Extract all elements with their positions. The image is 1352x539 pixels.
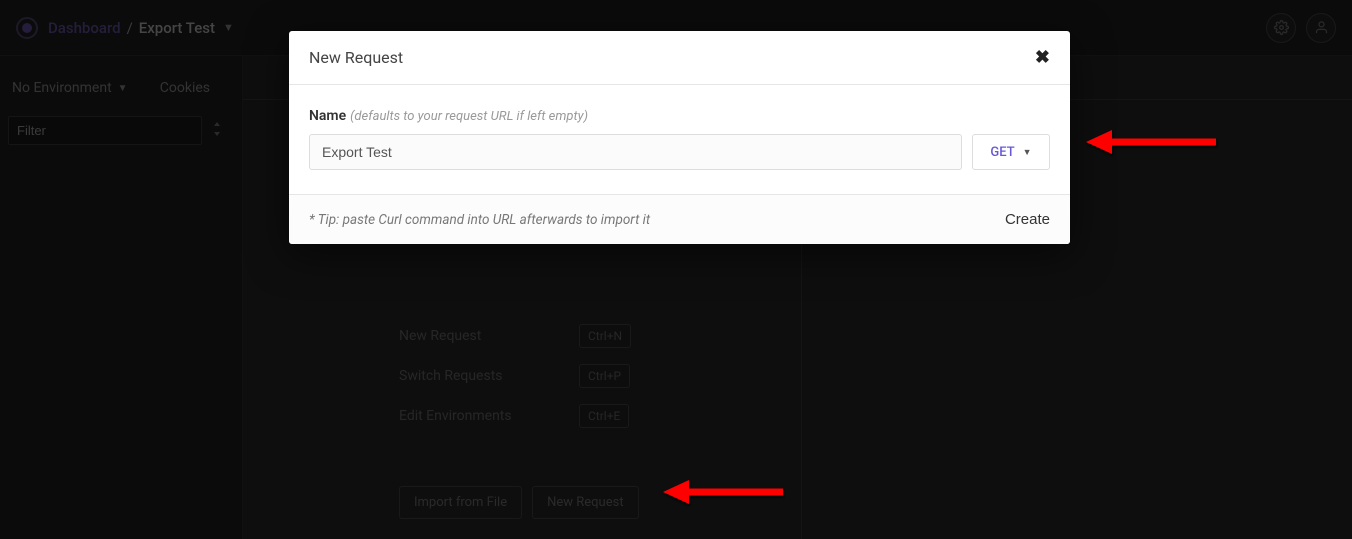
name-field-hint: (defaults to your request URL if left em… bbox=[350, 109, 588, 124]
modal-footer: * Tip: paste Curl command into URL after… bbox=[289, 194, 1070, 244]
annotation-arrow-to-new-request bbox=[663, 477, 783, 507]
close-button[interactable]: ✖ bbox=[1035, 47, 1050, 68]
modal-header: New Request ✖ bbox=[289, 31, 1070, 85]
close-icon: ✖ bbox=[1035, 47, 1050, 68]
http-method-dropdown[interactable]: GET ▼ bbox=[972, 134, 1050, 170]
http-method-value: GET bbox=[990, 145, 1014, 160]
app-root: Dashboard / Export Test ▼ No Environment… bbox=[0, 0, 1352, 539]
modal-title: New Request bbox=[309, 48, 403, 67]
request-name-input[interactable] bbox=[309, 134, 962, 170]
new-request-modal: New Request ✖ Name (defaults to your req… bbox=[289, 31, 1070, 244]
modal-tip-text: * Tip: paste Curl command into URL after… bbox=[309, 212, 650, 228]
chevron-down-icon: ▼ bbox=[1023, 147, 1032, 158]
name-field-label: Name bbox=[309, 108, 346, 124]
modal-body: Name (defaults to your request URL if le… bbox=[289, 85, 1070, 194]
annotation-arrow-to-method bbox=[1086, 127, 1216, 157]
create-button[interactable]: Create bbox=[1005, 211, 1050, 228]
